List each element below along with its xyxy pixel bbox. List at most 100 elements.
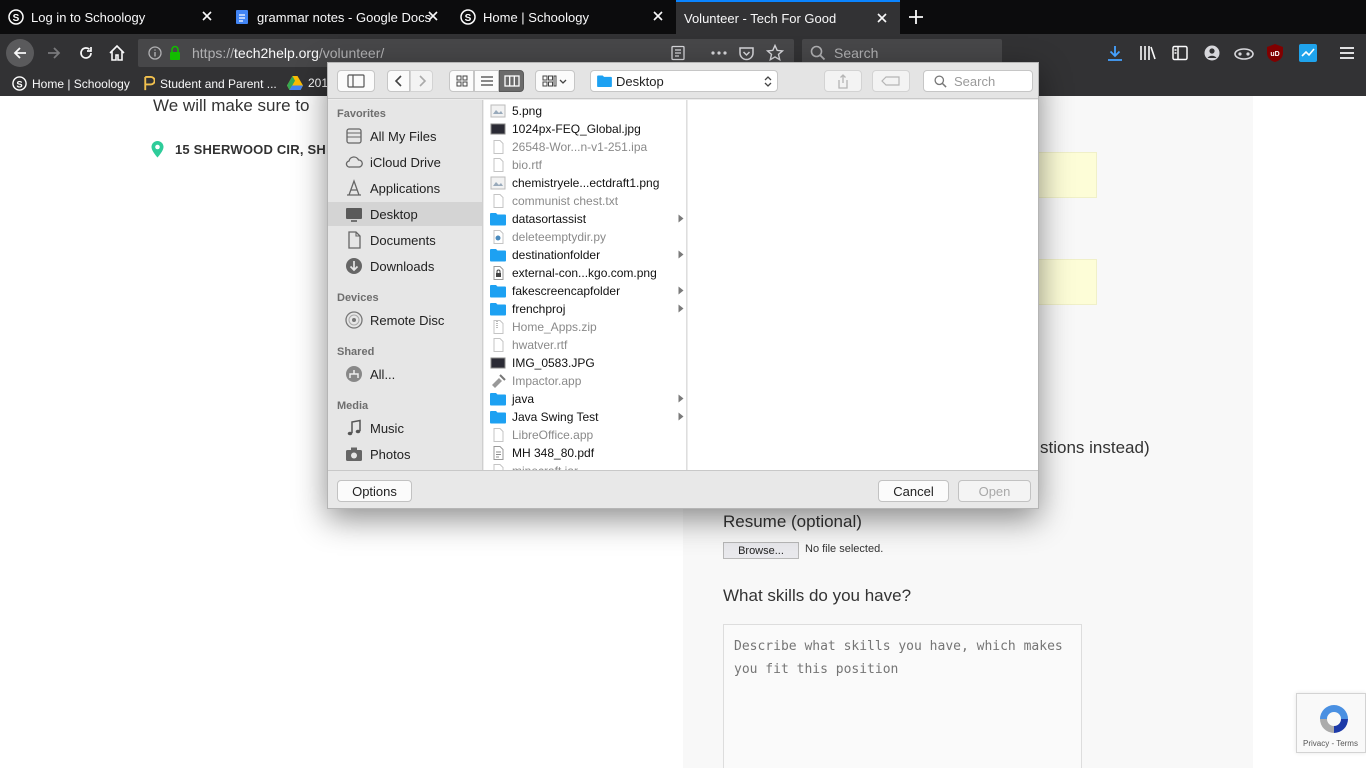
sidebar-item-remote-disc[interactable]: Remote Disc	[328, 308, 482, 332]
folder-row[interactable]: frenchproj	[484, 300, 686, 318]
account-icon[interactable]	[1203, 44, 1221, 62]
close-icon[interactable]	[874, 10, 890, 26]
file-row[interactable]: 1024px-FEQ_Global.jpg	[484, 120, 686, 138]
camera-icon	[346, 447, 362, 461]
image-file-icon	[490, 123, 506, 135]
tab-title: Home | Schoology	[483, 9, 589, 25]
file-row[interactable]: hwatver.rtf	[484, 336, 686, 354]
ublock-origin-icon[interactable]: uD	[1266, 43, 1284, 63]
file-name: datasortassist	[512, 212, 587, 226]
home-button[interactable]	[103, 39, 131, 67]
close-icon[interactable]	[425, 8, 441, 24]
file-row[interactable]: communist chest.txt	[484, 192, 686, 210]
cancel-button[interactable]: Cancel	[878, 480, 949, 502]
sidebar-item-label: Photos	[370, 446, 411, 462]
file-row[interactable]: 5.png	[484, 102, 686, 120]
sidebar-toggle-button[interactable]	[337, 70, 375, 92]
bookmark-star-icon[interactable]	[766, 44, 784, 62]
downloads-icon	[346, 258, 362, 274]
sidebar-item-music[interactable]: Music	[328, 416, 482, 440]
reload-button[interactable]	[72, 39, 100, 67]
pocket-icon[interactable]	[738, 45, 755, 61]
file-row[interactable]: 26548-Wor...n-v1-251.ipa	[484, 138, 686, 156]
file-row[interactable]: Home_Apps.zip	[484, 318, 686, 336]
folder-row[interactable]: fakescreencapfolder	[484, 282, 686, 300]
options-button[interactable]: Options	[337, 480, 412, 502]
library-icon[interactable]	[1139, 44, 1157, 62]
dialog-sidebar: Favorites All My Files iCloud Drive Appl…	[328, 100, 483, 470]
disclosure-arrow-icon	[678, 412, 684, 421]
file-row[interactable]: chemistryele...ectdraft1.png	[484, 174, 686, 192]
folder-row[interactable]: java	[484, 390, 686, 408]
graph-extension-icon[interactable]	[1299, 44, 1317, 62]
file-name: Java Swing Test	[512, 410, 599, 424]
file-row[interactable]: deleteemptydir.py	[484, 228, 686, 246]
hamburger-menu-icon[interactable]	[1338, 44, 1356, 62]
tab-volunteer-tech-for-good[interactable]: Volunteer - Tech For Good	[676, 0, 900, 34]
bookmark-home-schoology[interactable]: S Home | Schoology	[12, 76, 130, 91]
sidebar-item-applications[interactable]: Applications	[328, 176, 482, 200]
tab-log-in-schoology[interactable]: S Log in to Schoology	[0, 0, 225, 34]
file-row[interactable]: IMG_0583.JPG	[484, 354, 686, 372]
sidebar-item-icloud-drive[interactable]: iCloud Drive	[328, 150, 482, 174]
file-name: 26548-Wor...n-v1-251.ipa	[512, 140, 648, 154]
icon-view-button[interactable]	[449, 70, 474, 92]
folder-row[interactable]: Java Swing Test	[484, 408, 686, 426]
svg-text:S: S	[465, 13, 472, 24]
sidebar-item-all-my-files[interactable]: All My Files	[328, 124, 482, 148]
forward-nav-button[interactable]	[410, 70, 433, 92]
folder-row[interactable]: destinationfolder	[484, 246, 686, 264]
tab-strip: S Log in to Schoology grammar notes - Go…	[0, 0, 1366, 34]
dialog-search-field[interactable]: Search	[923, 70, 1033, 92]
skills-textarea[interactable]	[723, 624, 1082, 768]
more-actions-icon[interactable]	[710, 45, 728, 61]
close-icon[interactable]	[650, 8, 666, 24]
sidebar-item-shared-all[interactable]: All...	[328, 362, 482, 386]
sidebar-item-desktop[interactable]: Desktop	[328, 202, 482, 226]
file-name: external-con...kgo.com.png	[512, 266, 657, 280]
reader-view-icon[interactable]	[670, 45, 686, 61]
list-view-button[interactable]	[474, 70, 499, 92]
new-tab-icon[interactable]	[906, 7, 926, 27]
recaptcha-terms[interactable]: Privacy - Terms	[1303, 739, 1358, 748]
tags-button[interactable]	[872, 70, 910, 92]
tab-home-schoology[interactable]: S Home | Schoology	[452, 0, 676, 34]
open-button[interactable]: Open	[958, 480, 1031, 502]
recaptcha-badge[interactable]: Privacy - Terms	[1296, 693, 1366, 753]
info-icon[interactable]	[148, 46, 162, 60]
sidebar-item-photos[interactable]: Photos	[328, 442, 482, 466]
file-row[interactable]: Impactor.app	[484, 372, 686, 390]
bookmark-google-drive[interactable]: 201	[287, 76, 328, 90]
file-row[interactable]: external-con...kgo.com.png	[484, 264, 686, 282]
sidebar-item-label: Desktop	[370, 206, 418, 222]
sidebar-item-documents[interactable]: Documents	[328, 228, 482, 252]
schoology-icon: S	[460, 9, 476, 25]
tab-grammar-notes[interactable]: grammar notes - Google Docs	[226, 0, 451, 34]
extension-icon[interactable]	[1233, 44, 1255, 62]
lock-icon[interactable]	[168, 45, 182, 61]
file-row[interactable]: LibreOffice.app	[484, 426, 686, 444]
cloud-icon	[345, 156, 363, 168]
folder-row[interactable]: datasortassist	[484, 210, 686, 228]
media-heading: Media	[337, 400, 369, 412]
back-nav-button[interactable]	[387, 70, 410, 92]
file-row[interactable]: minecraft.jar	[484, 462, 686, 470]
sidebar-toggle-icon[interactable]	[1171, 44, 1189, 62]
file-row[interactable]: bio.rtf	[484, 156, 686, 174]
close-icon[interactable]	[199, 8, 215, 24]
locked-file-icon	[493, 266, 504, 280]
file-row[interactable]: MH 348_80.pdf	[484, 444, 686, 462]
disclosure-arrow-icon	[678, 250, 684, 259]
svg-text:S: S	[13, 13, 20, 24]
bookmark-student-parent[interactable]: Student and Parent ...	[143, 76, 277, 91]
location-popup[interactable]: Desktop	[590, 70, 778, 92]
back-button[interactable]	[6, 39, 34, 67]
share-button[interactable]	[824, 70, 862, 92]
browse-button[interactable]: Browse...	[723, 542, 799, 559]
column-view-button[interactable]	[499, 70, 524, 92]
sidebar-item-downloads[interactable]: Downloads	[328, 254, 482, 278]
arrange-button[interactable]	[535, 70, 575, 92]
dialog-footer: Options Cancel Open	[328, 470, 1038, 508]
download-icon[interactable]	[1106, 44, 1124, 62]
forward-button[interactable]	[40, 39, 68, 67]
